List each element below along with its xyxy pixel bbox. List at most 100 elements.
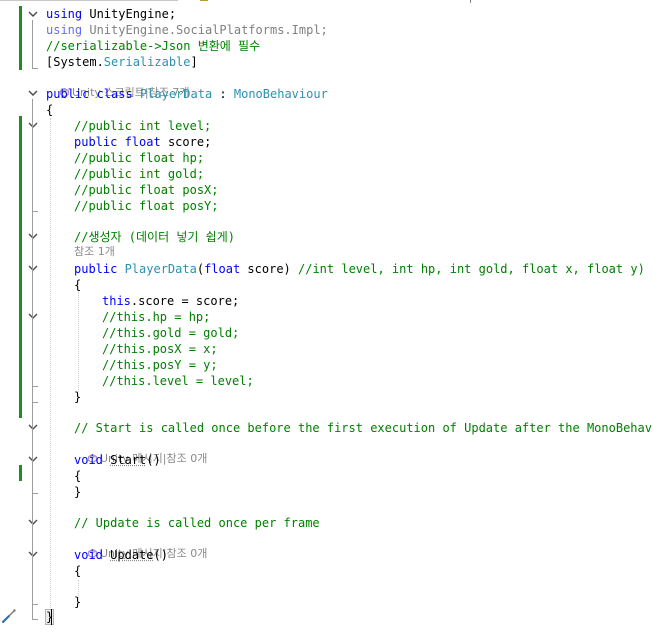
attribute-open: [System. bbox=[46, 55, 104, 69]
code-line-20[interactable]: //this.gold = gold; bbox=[102, 325, 239, 341]
outline-line bbox=[32, 560, 38, 605]
open-brace: { bbox=[46, 103, 54, 117]
codelens-ctor-text: 참조 1개 bbox=[74, 245, 115, 258]
outline-line bbox=[32, 20, 38, 69]
comment-text: //serializable->Json 변환에 필수 bbox=[46, 39, 261, 53]
outline-line bbox=[32, 242, 33, 258]
code-line-23[interactable]: //this.level = level; bbox=[102, 373, 254, 389]
keyword-class: class bbox=[89, 87, 140, 101]
change-margin-bar bbox=[19, 465, 22, 481]
outline-line bbox=[32, 322, 38, 387]
code-line-4[interactable]: [System.Serializable] bbox=[46, 54, 198, 70]
close-brace: } bbox=[74, 390, 82, 404]
tab-divider bbox=[470, 0, 471, 3]
tab-strip-edge bbox=[0, 0, 653, 3]
keyword-public: public bbox=[74, 135, 118, 149]
code-line-2[interactable]: using UnityEngine.SocialPlatforms.Impl; bbox=[46, 22, 328, 38]
code-line-22[interactable]: //this.posY = y; bbox=[102, 357, 218, 373]
fold-toggle-class[interactable] bbox=[27, 87, 39, 99]
code-line-8[interactable]: //public int level; bbox=[74, 118, 211, 134]
codelens-start[interactable]: Unity 메시지|참조 0개 bbox=[74, 435, 207, 465]
code-line-10[interactable]: //public float hp; bbox=[74, 150, 204, 166]
method-name-update[interactable]: Update bbox=[110, 548, 153, 562]
comment-text: //public int level; bbox=[74, 119, 212, 133]
code-line-29[interactable]: } bbox=[74, 484, 81, 500]
code-line-27[interactable]: void Start() bbox=[74, 452, 161, 468]
code-line-16[interactable]: public PlayerData(float score) //int lev… bbox=[74, 261, 645, 277]
code-line-26[interactable]: // Start is called once before the first… bbox=[74, 420, 653, 436]
close-brace: } bbox=[74, 485, 82, 499]
code-line-15[interactable]: //생성자 (데이터 넣기 쉽게) bbox=[74, 229, 235, 245]
code-line-32[interactable]: void Update() bbox=[74, 547, 168, 563]
ctor-name: PlayerData bbox=[117, 262, 197, 276]
change-margin-bar bbox=[19, 6, 22, 70]
open-brace: { bbox=[74, 564, 82, 578]
keyword-using: using bbox=[46, 23, 83, 37]
base-class-name: MonoBehaviour bbox=[233, 87, 328, 101]
quick-actions-screwdriver-icon bbox=[1, 609, 16, 624]
param-text: score) bbox=[240, 262, 291, 276]
change-margin-bar bbox=[19, 116, 22, 418]
code-line-1[interactable]: using UnityEngine; bbox=[46, 6, 176, 22]
codelens-class[interactable]: Unity 스크립트|참조 7개 bbox=[46, 69, 189, 99]
comment-text: // Update is called once per frame bbox=[74, 516, 320, 530]
comment-text: //this.level = level; bbox=[102, 374, 254, 388]
outline-line bbox=[32, 433, 33, 449]
close-brace-highlighted: } bbox=[44, 609, 55, 625]
namespace-text: UnityEngine; bbox=[82, 7, 177, 21]
tab-strip-line bbox=[0, 0, 178, 1]
code-line-21[interactable]: //this.posX = x; bbox=[102, 341, 218, 357]
code-line-35[interactable]: } bbox=[74, 594, 81, 610]
codelens-ctor[interactable]: 참조 1개 bbox=[74, 244, 115, 260]
unused-namespace-text: UnityEngine.SocialPlatforms.Impl; bbox=[82, 23, 328, 37]
comment-text: //public float posY; bbox=[74, 199, 219, 213]
code-editor[interactable]: using UnityEngine; using UnityEngine.Soc… bbox=[0, 0, 653, 639]
fold-toggle-usings[interactable] bbox=[27, 8, 39, 20]
comment-text: //생성자 (데이터 넣기 쉽게) bbox=[74, 230, 235, 244]
comment-text: //int level, int hp, int gold, float x, … bbox=[290, 262, 645, 276]
assignment-text: .score = score; bbox=[130, 294, 240, 308]
code-line-6[interactable]: { bbox=[46, 102, 53, 118]
indent-guide bbox=[78, 292, 79, 392]
comment-text: //this.posX = x; bbox=[102, 342, 218, 356]
codelens-update[interactable]: Unity 메시지|참조 0개 bbox=[74, 530, 207, 560]
keyword-this: this bbox=[102, 294, 131, 308]
comment-text: //public float hp; bbox=[74, 151, 205, 165]
code-line-13[interactable]: //public float posY; bbox=[74, 198, 219, 214]
parens: () bbox=[153, 548, 168, 562]
open-brace: { bbox=[74, 469, 82, 483]
keyword-float: float bbox=[204, 262, 241, 276]
code-line-9[interactable]: public float score; bbox=[74, 134, 211, 150]
code-line-19[interactable]: //this.hp = hp; bbox=[102, 309, 210, 325]
comment-text: //public float posX; bbox=[74, 183, 219, 197]
code-line-31[interactable]: // Update is called once per frame bbox=[74, 515, 320, 531]
method-name-start[interactable]: Start bbox=[110, 453, 146, 467]
outline-line bbox=[32, 131, 38, 212]
text-caret bbox=[51, 609, 52, 625]
code-line-36[interactable]: } bbox=[44, 609, 55, 625]
code-line-24[interactable]: } bbox=[74, 389, 81, 405]
code-line-18[interactable]: this.score = score; bbox=[102, 293, 239, 309]
attribute-close: ] bbox=[190, 55, 198, 69]
comment-text: //public int gold; bbox=[74, 167, 205, 181]
quick-actions-button[interactable] bbox=[1, 608, 17, 624]
keyword-void: void bbox=[74, 453, 103, 467]
paren-open: ( bbox=[196, 262, 205, 276]
outline-line bbox=[32, 465, 38, 494]
code-line-28[interactable]: { bbox=[74, 468, 81, 484]
code-line-12[interactable]: //public float posX; bbox=[74, 182, 219, 198]
indent-guide bbox=[50, 118, 51, 610]
code-line-17[interactable]: { bbox=[74, 277, 81, 293]
code-line-3[interactable]: //serializable->Json 변환에 필수 bbox=[46, 38, 260, 54]
comment-text: //this.posY = y; bbox=[102, 358, 218, 372]
code-line-33[interactable]: { bbox=[74, 563, 81, 579]
chevron-down-icon bbox=[28, 11, 38, 17]
parens: () bbox=[146, 453, 161, 467]
keyword-float: float bbox=[117, 135, 161, 149]
chevron-down-icon bbox=[28, 90, 38, 96]
open-brace: { bbox=[74, 278, 82, 292]
code-line-11[interactable]: //public int gold; bbox=[74, 166, 204, 182]
comment-text: //this.hp = hp; bbox=[102, 310, 211, 324]
code-line-5[interactable]: public class PlayerData : MonoBehaviour bbox=[46, 86, 328, 102]
attribute-name: Serializable bbox=[103, 55, 191, 69]
